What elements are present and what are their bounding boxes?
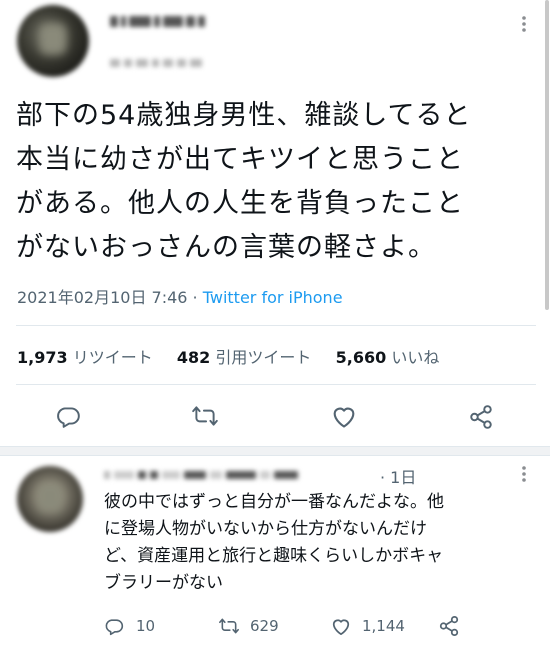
retweet-count: 1,973 <box>17 348 68 367</box>
reply-text-line: に登場人物がいないから仕方がないんだけ <box>104 519 427 539</box>
tweet-meta: 2021年02月10日 7:46 · Twitter for iPhone <box>17 284 343 308</box>
divider <box>16 384 536 385</box>
reply-time[interactable]: · 1日 <box>380 464 416 488</box>
section-separator <box>0 446 550 456</box>
reply-author-name[interactable] <box>104 464 364 480</box>
quote-count: 482 <box>176 348 211 367</box>
reply-like-action[interactable]: 1,144 <box>330 615 405 637</box>
like-count-label: いいね <box>391 348 440 367</box>
reply-icon[interactable] <box>55 403 81 429</box>
meta-separator: · <box>187 288 203 307</box>
retweet-count-label: リツイート <box>72 348 153 367</box>
quote-count-link[interactable]: 482 引用ツイート <box>177 348 317 367</box>
like-count-link[interactable]: 5,660 いいね <box>336 348 440 367</box>
reply-icon <box>104 616 124 636</box>
reply-text-line: 彼の中ではずっと自分が一番なんだよな。他 <box>104 492 444 512</box>
reply-like-count: 1,144 <box>362 617 405 635</box>
reply-text: 彼の中ではずっと自分が一番なんだよな。他 に登場人物がいないから仕方がないんだけ… <box>104 489 534 597</box>
share-icon[interactable] <box>468 404 494 430</box>
tweet-text-line: がある。他人の人生を背負ったこと <box>16 188 464 219</box>
reply-author-avatar[interactable] <box>17 466 83 532</box>
author-handle[interactable] <box>110 52 250 67</box>
reply-text-line: ブラリーがない <box>104 573 223 593</box>
tweet-source-link[interactable]: Twitter for iPhone <box>203 288 343 307</box>
quote-count-label: 引用ツイート <box>215 348 312 367</box>
divider <box>16 325 536 326</box>
retweet-icon[interactable] <box>191 403 219 429</box>
more-options-icon[interactable] <box>516 14 532 34</box>
reply-count: 10 <box>136 617 156 635</box>
retweet-count-link[interactable]: 1,973 リツイート <box>17 348 158 367</box>
reply-reply-action[interactable]: 10 <box>104 615 155 637</box>
reply-time-value: 1日 <box>390 468 417 487</box>
tweet-text-line: 本当に幼さが出てキツイと思うこと <box>16 144 464 175</box>
reply-retweet-action[interactable]: 629 <box>218 615 279 637</box>
reply-more-options-icon[interactable] <box>516 464 532 484</box>
like-icon <box>330 616 352 636</box>
like-count: 5,660 <box>335 348 387 367</box>
tweet-text-line: 部下の54歳独身男性、雑談してると <box>16 100 472 131</box>
author-avatar[interactable] <box>17 5 89 77</box>
tweet-stats: 1,973 リツイート 482 引用ツイート 5,660 いいね <box>17 344 439 368</box>
reply-time-separator: · <box>380 468 391 487</box>
share-icon[interactable] <box>438 615 460 637</box>
retweet-icon <box>218 616 240 636</box>
scrollbar[interactable] <box>545 0 549 310</box>
tweet-text: 部下の54歳独身男性、雑談してると 本当に幼さが出てキツイと思うこと がある。他… <box>16 94 531 270</box>
reply-retweet-count: 629 <box>250 617 279 635</box>
tweet-timestamp[interactable]: 2021年02月10日 7:46 <box>17 288 187 307</box>
tweet-text-line: がないおっさんの言葉の軽さよ。 <box>16 232 436 263</box>
reply-text-line: ど、資産運用と旅行と趣味くらいしかボキャ <box>104 546 444 566</box>
like-icon[interactable] <box>330 403 358 429</box>
author-display-name[interactable] <box>110 12 240 28</box>
